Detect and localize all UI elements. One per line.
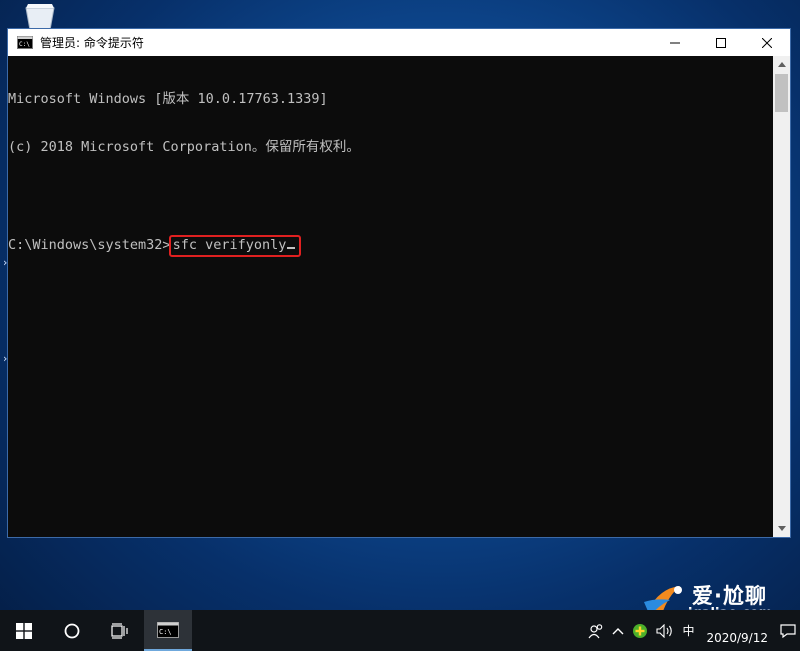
clock[interactable]: 2020/9/12 <box>698 616 776 646</box>
clock-date: 2020/9/12 <box>706 630 768 645</box>
console-line-copyright: (c) 2018 Microsoft Corporation。保留所有权利。 <box>8 139 360 155</box>
text-cursor <box>287 247 296 249</box>
cmd-app-icon: C:\ <box>17 36 33 49</box>
task-view-icon <box>111 622 128 639</box>
close-icon <box>762 37 772 48</box>
svg-text:C:\: C:\ <box>159 628 172 636</box>
chevron-up-icon <box>777 62 786 67</box>
window-controls <box>652 29 790 56</box>
window-title: 管理员: 命令提示符 <box>40 36 144 50</box>
vertical-scrollbar[interactable] <box>773 56 790 537</box>
security-plus-icon <box>633 623 648 638</box>
console-output[interactable]: Microsoft Windows [版本 10.0.17763.1339] (… <box>8 56 773 537</box>
close-button[interactable] <box>744 29 790 56</box>
task-view-button[interactable] <box>96 610 144 651</box>
speaker-icon <box>656 623 673 638</box>
chevron-down-icon <box>777 526 786 531</box>
cortana-circle-icon <box>64 623 80 638</box>
scroll-thumb[interactable] <box>775 74 788 112</box>
cmd-window[interactable]: C:\ 管理员: 命令提示符 Microsoft Windows [版本 10.… <box>7 28 791 538</box>
console-line-version: Microsoft Windows [版本 10.0.17763.1339] <box>8 91 328 107</box>
recycle-bin-icon[interactable] <box>20 4 60 30</box>
security-tray-button[interactable] <box>628 610 652 651</box>
cmd-app-icon: C:\ <box>157 621 179 638</box>
show-hidden-icons-button[interactable] <box>608 610 628 651</box>
start-button[interactable] <box>0 610 48 651</box>
people-icon <box>588 623 603 638</box>
chevron-up-icon <box>612 627 624 634</box>
minimize-icon <box>670 42 680 43</box>
maximize-button[interactable] <box>698 29 744 56</box>
action-center-button[interactable] <box>776 610 800 651</box>
windows-logo-icon <box>16 622 32 639</box>
search-button[interactable] <box>48 610 96 651</box>
svg-text:C:\: C:\ <box>19 41 30 48</box>
title-bar[interactable]: C:\ 管理员: 命令提示符 <box>8 29 790 56</box>
scroll-up-button[interactable] <box>773 56 790 73</box>
scroll-down-button[interactable] <box>773 520 790 537</box>
console-prompt: C:\Windows\system32> <box>8 237 171 253</box>
command-highlight-box: sfc verifyonly <box>168 235 302 257</box>
taskbar-app-cmd[interactable]: C:\ <box>144 610 192 651</box>
input-method-button[interactable]: 中 <box>678 610 698 651</box>
minimize-button[interactable] <box>652 29 698 56</box>
console-command[interactable]: sfc verifyonly <box>173 237 287 253</box>
people-button[interactable] <box>584 610 608 651</box>
volume-button[interactable] <box>652 610 678 651</box>
notification-icon <box>780 623 796 638</box>
system-tray: 中 2020/9/12 <box>584 610 800 651</box>
console-command-line: C:\Windows\system32> sfc verifyonly <box>8 235 773 257</box>
taskbar: C:\ 中 2020/9/12 <box>0 610 800 651</box>
maximize-icon <box>716 37 726 48</box>
